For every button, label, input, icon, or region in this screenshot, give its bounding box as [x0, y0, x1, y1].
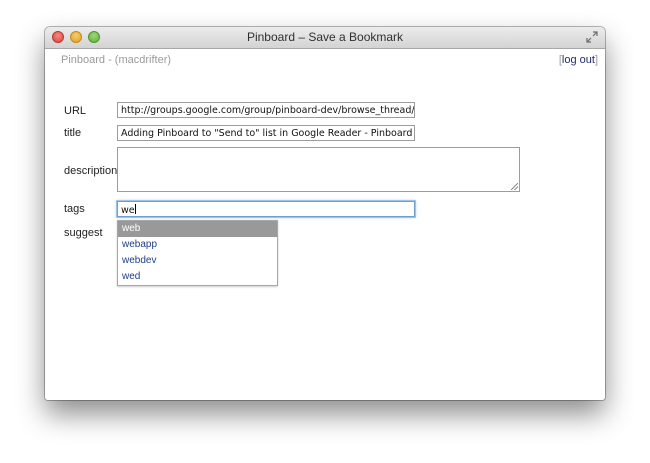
autocomplete-item[interactable]: web — [118, 221, 277, 237]
text-caret — [134, 204, 136, 214]
bookmark-window: Pinboard – Save a Bookmark Pinboard - (m… — [45, 27, 605, 400]
logout-bracket-close: ] — [594, 54, 598, 66]
title-label: title — [64, 127, 82, 139]
window-titlebar[interactable]: Pinboard – Save a Bookmark — [45, 27, 605, 49]
url-label: URL — [64, 105, 87, 117]
title-field[interactable]: Adding Pinboard to "Send to" list in Goo… — [117, 125, 415, 141]
autocomplete-item[interactable]: webapp — [118, 237, 277, 253]
pinboard-user-heading: Pinboard - (macdrifter) — [61, 54, 172, 66]
description-field[interactable] — [117, 147, 520, 192]
autocomplete-item[interactable]: wed — [118, 269, 277, 285]
description-label: description — [64, 165, 118, 177]
suggest-label: suggest — [64, 227, 103, 239]
page-content: Pinboard - (macdrifter) [log out] URL ht… — [45, 49, 605, 400]
tags-field[interactable]: we — [117, 201, 415, 217]
resize-grip-icon[interactable] — [511, 183, 518, 190]
url-field[interactable]: http://groups.google.com/group/pinboard-… — [117, 102, 415, 118]
fullscreen-icon[interactable] — [586, 31, 598, 43]
logout-container: [log out] — [559, 54, 598, 66]
tags-text: we — [121, 205, 135, 216]
autocomplete-item[interactable]: webdev — [118, 253, 277, 269]
desktop: Pinboard – Save a Bookmark Pinboard - (m… — [0, 0, 650, 463]
logout-link[interactable]: log out — [562, 54, 595, 66]
tags-label: tags — [64, 203, 85, 215]
tag-autocomplete-dropdown: web webapp webdev wed — [117, 220, 278, 286]
window-title: Pinboard – Save a Bookmark — [246, 30, 404, 44]
